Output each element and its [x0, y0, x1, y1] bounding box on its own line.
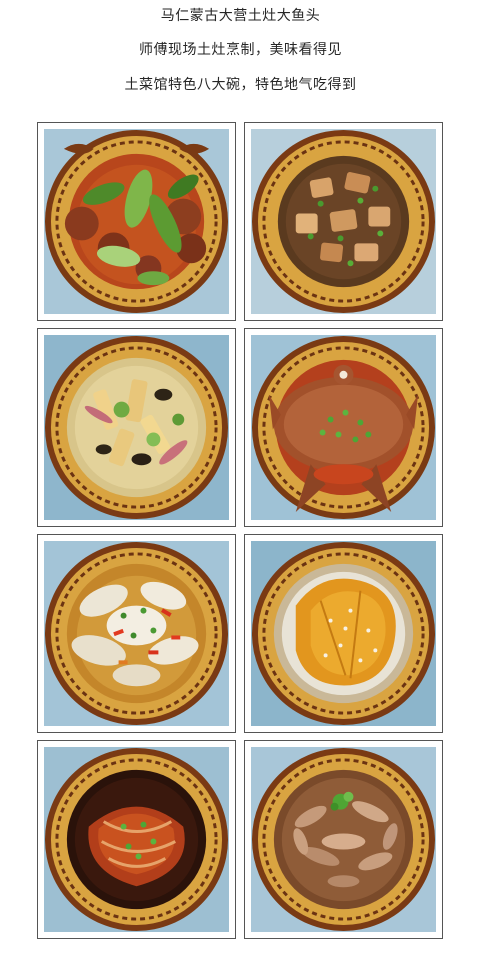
- dish-photo-grid: [37, 122, 443, 940]
- dish-photo-3[interactable]: [37, 328, 236, 527]
- dish-photo-6[interactable]: [244, 534, 443, 733]
- dish-photo-5[interactable]: [37, 534, 236, 733]
- dish-image: [251, 541, 436, 726]
- dish-image: [251, 747, 436, 932]
- dish-photo-1[interactable]: [37, 122, 236, 321]
- dish-image: [251, 335, 436, 520]
- dish-image: [44, 129, 229, 314]
- dish-image: [44, 541, 229, 726]
- dish-image: [251, 129, 436, 314]
- dish-photo-2[interactable]: [244, 122, 443, 321]
- dish-photo-4[interactable]: [244, 328, 443, 527]
- dish-photo-7[interactable]: [37, 740, 236, 939]
- dish-image: [44, 747, 229, 932]
- intro-line-chef: 师傅现场土灶烹制，美味看得见: [139, 42, 342, 58]
- dish-image: [44, 335, 229, 520]
- dish-photo-8[interactable]: [244, 740, 443, 939]
- intro-line-dishes: 土菜馆特色八大碗，特色地气吃得到: [124, 77, 357, 93]
- intro-line-title: 马仁蒙古大营土灶大鱼头: [160, 8, 321, 24]
